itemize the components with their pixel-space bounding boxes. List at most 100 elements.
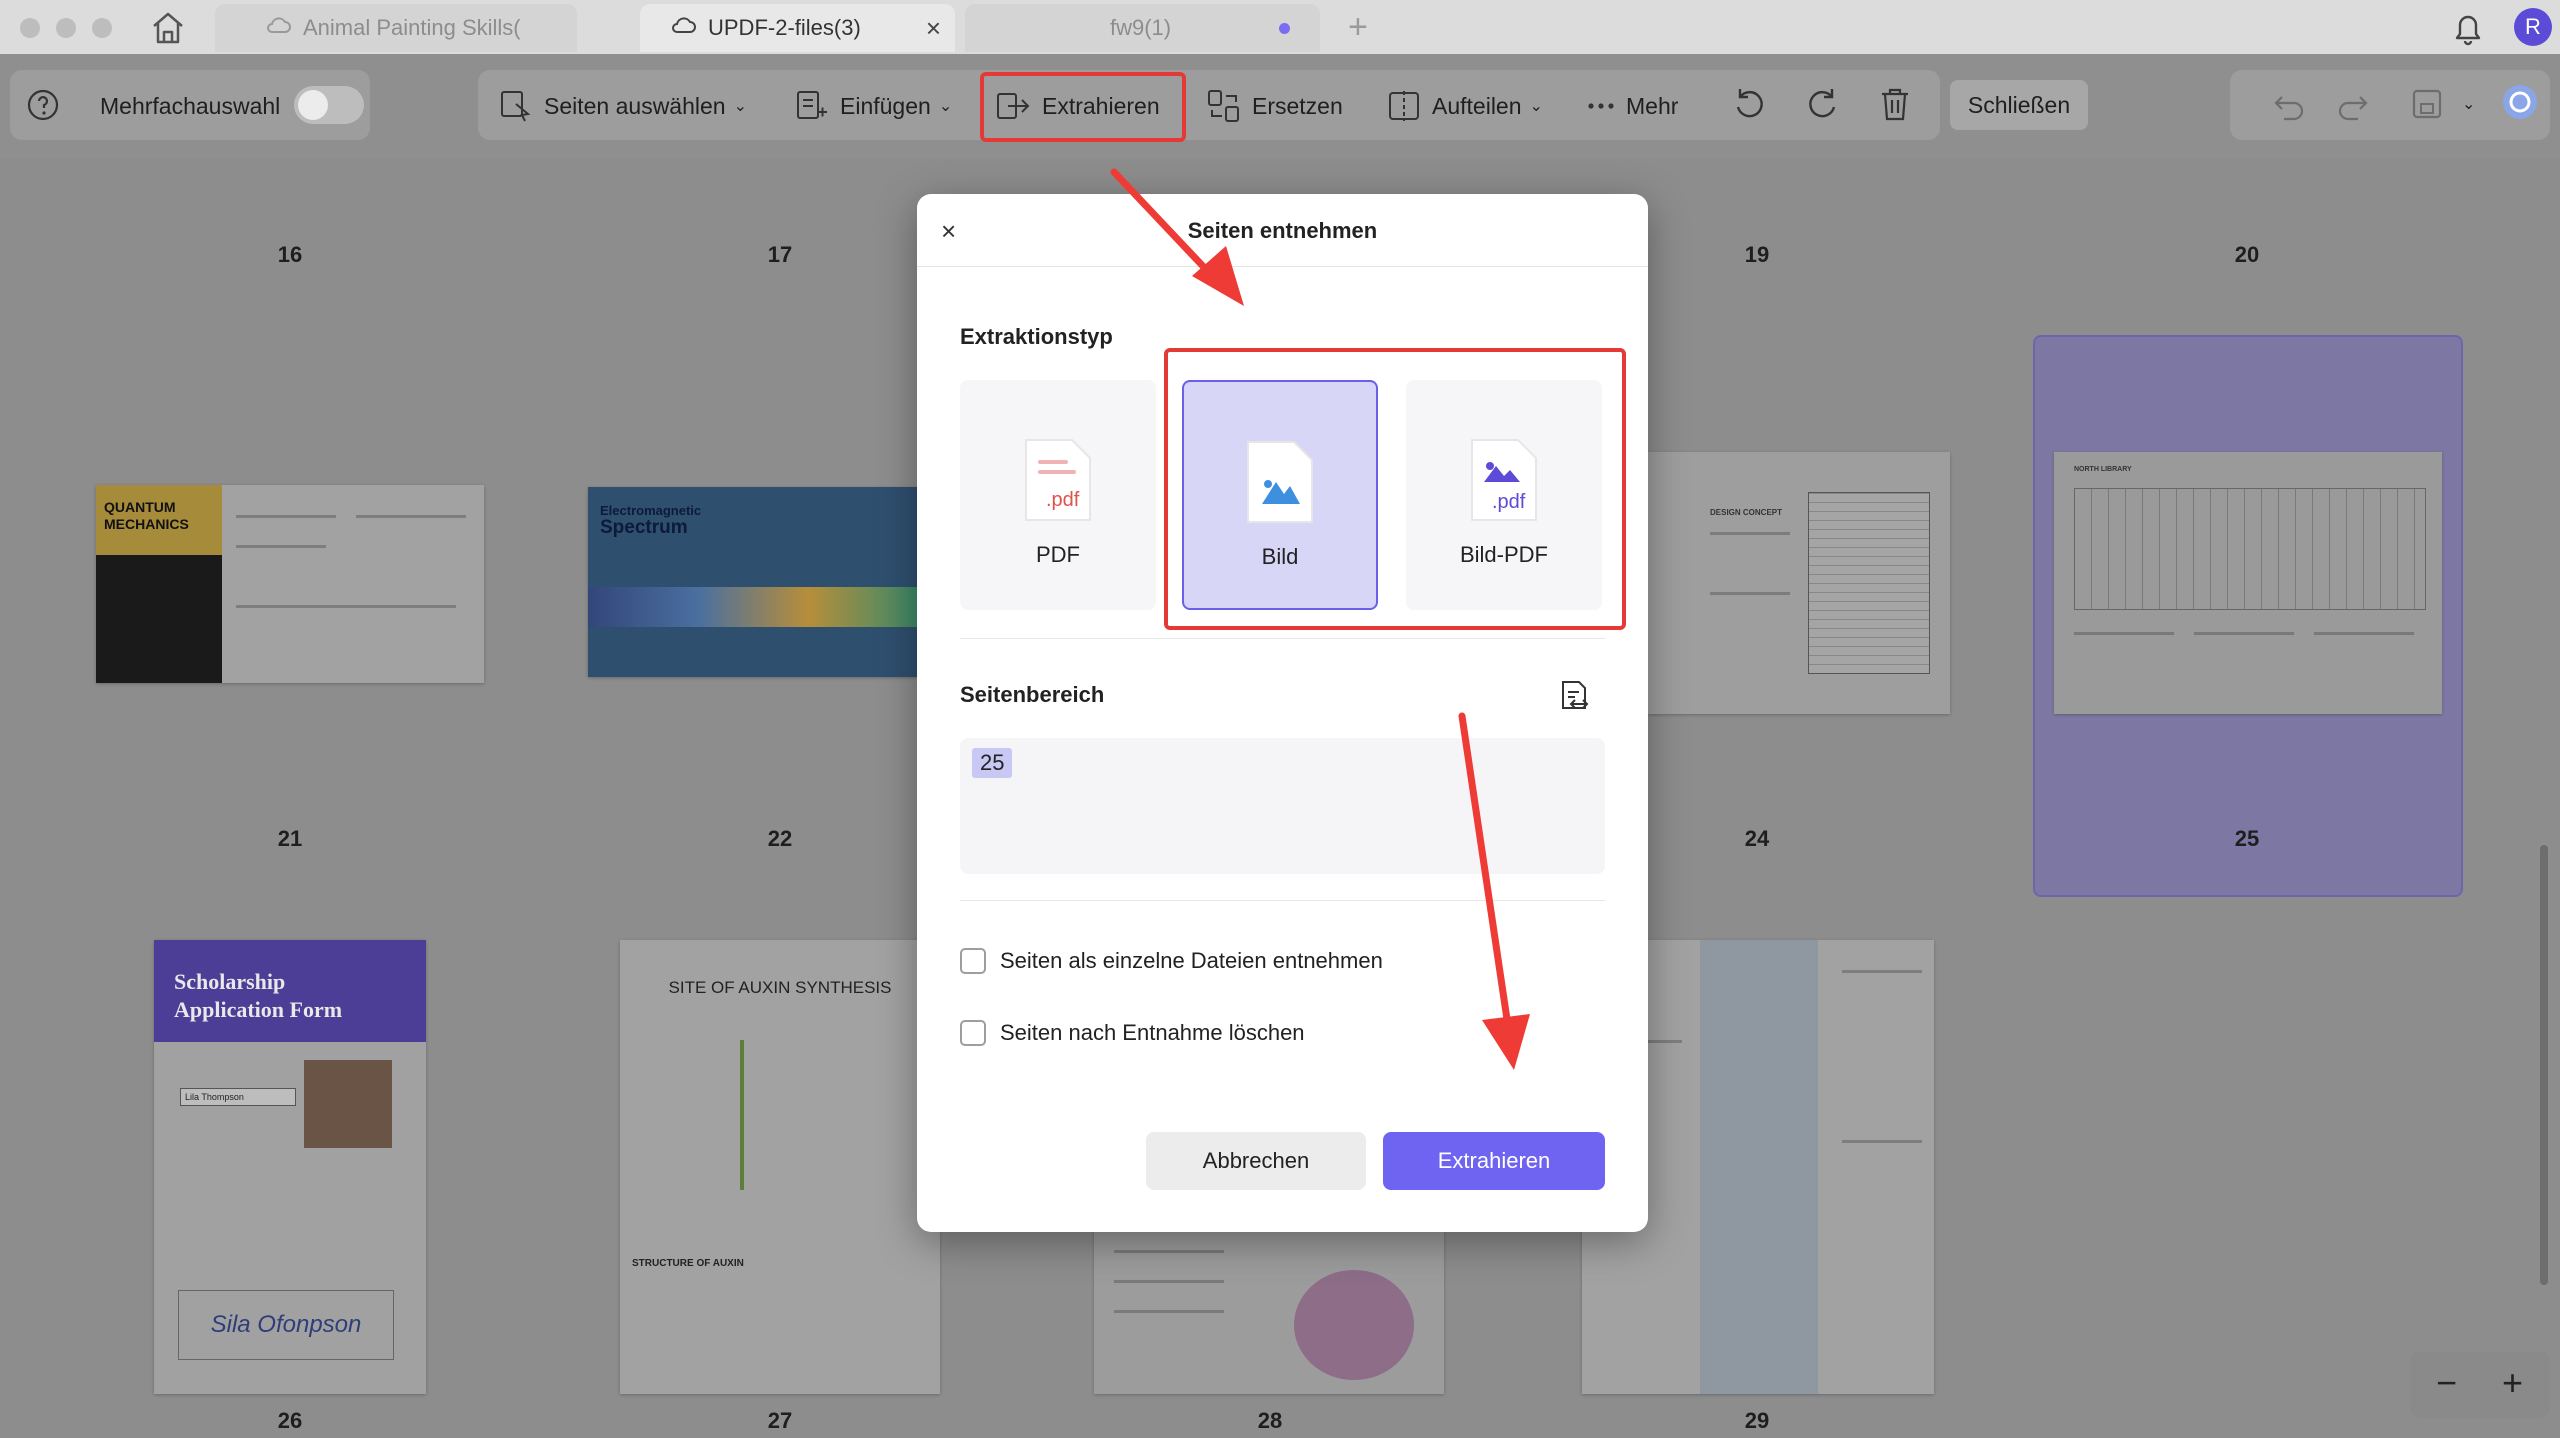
text-line xyxy=(2194,632,2294,635)
page-range-input[interactable]: 25 xyxy=(960,738,1605,874)
building-sketch xyxy=(1808,492,1930,674)
tab-fw9[interactable]: fw9(1) xyxy=(965,4,1320,52)
page-thumbnail-21[interactable]: QUANTUM MECHANICS xyxy=(96,485,484,683)
split-label: Aufteilen xyxy=(1432,92,1522,119)
insert-label: Einfügen xyxy=(840,92,931,119)
applicant-photo xyxy=(304,1060,392,1148)
thumbnail-subtitle: Electromagnetic xyxy=(600,503,702,518)
page-thumbnail-25[interactable]: NORTH LIBRARY xyxy=(2054,452,2442,714)
unsaved-dot-icon xyxy=(1279,22,1290,34)
page-thumbnail-22[interactable]: Electromagnetic Spectrum xyxy=(588,487,918,677)
insert-icon xyxy=(797,91,827,119)
select-pages-icon xyxy=(501,91,531,122)
save-icon[interactable]: ⌄ xyxy=(2410,86,2475,122)
separate-files-checkbox[interactable] xyxy=(960,948,986,974)
delete-after-option[interactable]: Seiten nach Entnahme löschen xyxy=(960,1018,1305,1048)
title-bar: Animal Painting Skills( UPDF-2-files(3) … xyxy=(0,0,2560,54)
extraction-type-label: Extraktionstyp xyxy=(960,324,1113,349)
text-line xyxy=(2314,632,2414,635)
separate-files-option[interactable]: Seiten als einzelne Dateien entnehmen xyxy=(960,946,1383,976)
tab-close-icon[interactable]: × xyxy=(926,13,941,44)
close-organize-button[interactable]: Schließen xyxy=(1950,80,2088,130)
cancel-button[interactable]: Abbrechen xyxy=(1146,1132,1366,1190)
window-zoom-button[interactable] xyxy=(92,18,112,38)
user-avatar[interactable]: R xyxy=(2514,8,2552,46)
library-drawing xyxy=(2074,488,2426,610)
replace-button[interactable]: Ersetzen xyxy=(1206,88,1343,124)
text-line xyxy=(236,605,456,608)
page-range-value: 25 xyxy=(972,748,1013,778)
tab-updf-files[interactable]: UPDF-2-files(3) × xyxy=(640,4,955,52)
whale-panel xyxy=(1700,940,1818,1394)
option-label: PDF xyxy=(1036,542,1080,567)
insert-button[interactable]: Einfügen ⌄ xyxy=(794,88,952,124)
text-line xyxy=(356,515,466,518)
options-highlight-box xyxy=(1164,348,1626,630)
split-button[interactable]: Aufteilen ⌄ xyxy=(1386,88,1543,124)
page-thumbnail-28[interactable] xyxy=(1094,1230,1444,1394)
chevron-down-icon[interactable]: ⌄ xyxy=(2462,94,2475,114)
page-number: 27 xyxy=(767,1408,793,1433)
page-number: 17 xyxy=(767,242,793,267)
vertical-scrollbar[interactable] xyxy=(2540,845,2548,1285)
rotate-right-icon[interactable] xyxy=(1804,86,1852,122)
page-number: 28 xyxy=(1257,1408,1283,1433)
divider xyxy=(960,638,1605,639)
split-icon xyxy=(1389,91,1419,121)
more-button[interactable]: Mehr xyxy=(1586,88,1678,124)
tab-animal-painting[interactable]: Animal Painting Skills( xyxy=(215,4,577,52)
text-line xyxy=(1842,970,1922,973)
new-tab-button[interactable]: + xyxy=(1348,8,1368,47)
page-range-picker-icon[interactable] xyxy=(1557,678,1591,719)
page-number: 26 xyxy=(277,1408,303,1433)
help-icon[interactable] xyxy=(26,87,70,123)
page-number: 21 xyxy=(277,826,303,851)
chevron-down-icon: ⌄ xyxy=(1529,98,1543,115)
delete-icon[interactable] xyxy=(1878,86,1922,122)
thumbnail-title: QUANTUM MECHANICS xyxy=(104,499,189,532)
text-line xyxy=(236,515,336,518)
page-number: 25 xyxy=(2234,826,2260,851)
page-thumbnail-27[interactable]: SITE OF AUXIN SYNTHESIS STRUCTURE OF AUX… xyxy=(620,940,940,1394)
thumbnail-title: SITE OF AUXIN SYNTHESIS xyxy=(668,978,892,997)
delete-after-checkbox[interactable] xyxy=(960,1020,986,1046)
multi-select-toggle[interactable] xyxy=(294,86,364,124)
pdf-ext-text: .pdf xyxy=(1046,489,1080,511)
replace-label: Ersetzen xyxy=(1252,92,1343,119)
zoom-in-button[interactable]: + xyxy=(2502,1362,2523,1404)
text-line xyxy=(2074,632,2174,635)
notification-bell-icon[interactable] xyxy=(2452,10,2484,51)
select-pages-label: Seiten auswählen xyxy=(544,92,726,119)
thumbnail-title: Scholarship Application Form xyxy=(174,969,343,1022)
divider xyxy=(960,900,1605,901)
name-field-preview: Lila Thompson xyxy=(180,1088,296,1106)
window-minimize-button[interactable] xyxy=(56,18,76,38)
text-line xyxy=(1114,1280,1224,1283)
tab-label: Animal Painting Skills( xyxy=(303,15,521,40)
divider xyxy=(917,266,1648,267)
redo-icon[interactable] xyxy=(2336,88,2380,124)
more-label: Mehr xyxy=(1626,92,1679,119)
dialog-title: Seiten entnehmen xyxy=(1187,218,1378,243)
page-thumbnail-24[interactable]: DESIGN CONCEPT xyxy=(1648,452,1950,714)
extract-highlight-box xyxy=(980,72,1186,142)
page-thumbnail-26[interactable]: Scholarship Application Form Lila Thomps… xyxy=(154,940,426,1394)
select-pages-button[interactable]: Seiten auswählen ⌄ xyxy=(498,88,747,124)
home-icon[interactable] xyxy=(148,10,188,46)
thumbnail-title: DESIGN CONCEPT xyxy=(1710,508,1783,517)
undo-icon[interactable] xyxy=(2272,88,2316,124)
spectrum-band xyxy=(588,587,918,627)
tab-label: fw9(1) xyxy=(1110,15,1172,40)
text-line xyxy=(1842,1140,1922,1143)
window-close-button[interactable] xyxy=(20,18,40,38)
option-pdf[interactable]: .pdf PDF xyxy=(960,380,1156,610)
ai-assistant-icon[interactable] xyxy=(2500,84,2550,120)
plant-illustration xyxy=(740,1040,824,1190)
text-line xyxy=(236,545,326,548)
page-range-label: Seitenbereich xyxy=(960,682,1105,707)
chevron-down-icon: ⌄ xyxy=(938,98,953,115)
zoom-out-button[interactable]: − xyxy=(2436,1362,2457,1404)
rotate-left-icon[interactable] xyxy=(1730,86,1778,122)
extract-button[interactable]: Extrahieren xyxy=(1383,1132,1605,1190)
coral-illustration xyxy=(1294,1270,1414,1380)
